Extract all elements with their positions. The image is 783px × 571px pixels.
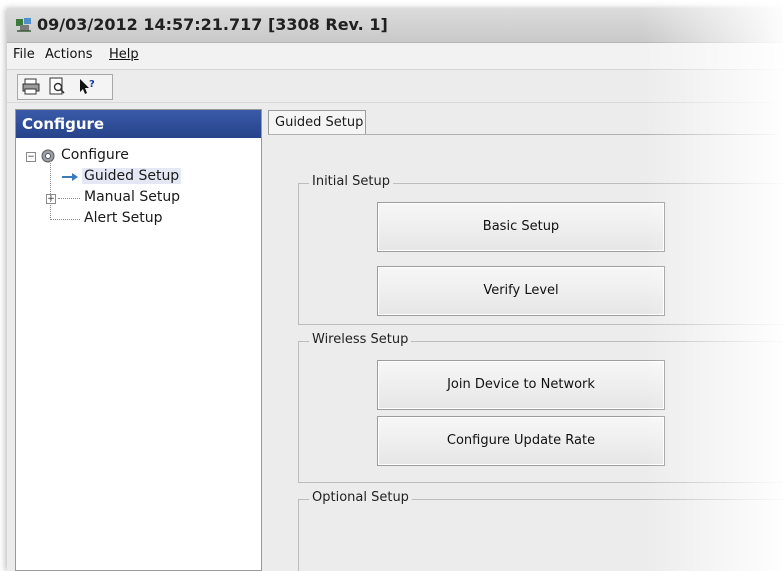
configure-update-rate-button[interactable]: Configure Update Rate [377, 416, 665, 466]
group-title: Wireless Setup [309, 332, 412, 347]
printer-icon[interactable] [20, 76, 42, 97]
wireless-setup-group: Wireless Setup Join Device to Network Co… [298, 332, 783, 483]
tab-guided-setup[interactable]: Guided Setup [268, 110, 366, 135]
expand-icon[interactable]: + [46, 194, 56, 204]
panel-header: Configure [16, 110, 261, 138]
tree-connector [50, 219, 80, 220]
gear-icon [41, 149, 55, 163]
application-window: 09/03/2012 14:57:21.717 [3308 Rev. 1] Fi… [7, 8, 783, 571]
configure-panel: Configure − Configure Guided Setup + Man… [15, 109, 262, 571]
tree-item-label: Alert Setup [84, 210, 163, 226]
window-title: 09/03/2012 14:57:21.717 [3308 Rev. 1] [37, 15, 388, 34]
tree-connector [58, 198, 80, 199]
whats-this-help-icon[interactable]: ? [76, 76, 98, 97]
app-logo-icon [16, 18, 31, 32]
tree-item-alert-setup[interactable]: Alert Setup [16, 209, 256, 229]
tree-item-guided-setup[interactable]: Guided Setup [16, 167, 256, 187]
group-title: Initial Setup [309, 174, 393, 189]
verify-level-button[interactable]: Verify Level [377, 266, 665, 316]
toolbar-button-group: ? [17, 74, 113, 100]
menu-help[interactable]: Help [109, 47, 139, 62]
menu-actions[interactable]: Actions [45, 47, 93, 62]
print-preview-icon[interactable] [46, 76, 68, 97]
menu-bar: File Actions Help [7, 43, 783, 70]
initial-setup-group: Initial Setup Basic Setup Verify Level [298, 174, 783, 325]
tree-root-row[interactable]: − Configure [16, 146, 256, 166]
optional-setup-group: Optional Setup [298, 490, 783, 571]
panel-header-title: Configure [22, 115, 105, 133]
tree-vertical-connector [50, 160, 51, 220]
tree-item-manual-setup[interactable]: + Manual Setup [16, 188, 256, 208]
tree-item-label: Manual Setup [84, 189, 181, 205]
svg-text:?: ? [89, 79, 95, 90]
collapse-icon[interactable]: − [26, 152, 36, 162]
tree-item-label: Guided Setup [82, 168, 182, 184]
join-device-to-network-button[interactable]: Join Device to Network [377, 360, 665, 410]
toolbar: ? [7, 70, 783, 103]
basic-setup-button[interactable]: Basic Setup [377, 202, 665, 252]
tab-label: Guided Setup [275, 115, 364, 130]
group-title: Optional Setup [309, 490, 412, 505]
arrow-right-icon [62, 173, 78, 181]
tree-root-label: Configure [61, 147, 129, 163]
menu-file[interactable]: File [13, 47, 35, 62]
tab-underline [268, 134, 778, 135]
title-bar: 09/03/2012 14:57:21.717 [3308 Rev. 1] [7, 8, 783, 43]
